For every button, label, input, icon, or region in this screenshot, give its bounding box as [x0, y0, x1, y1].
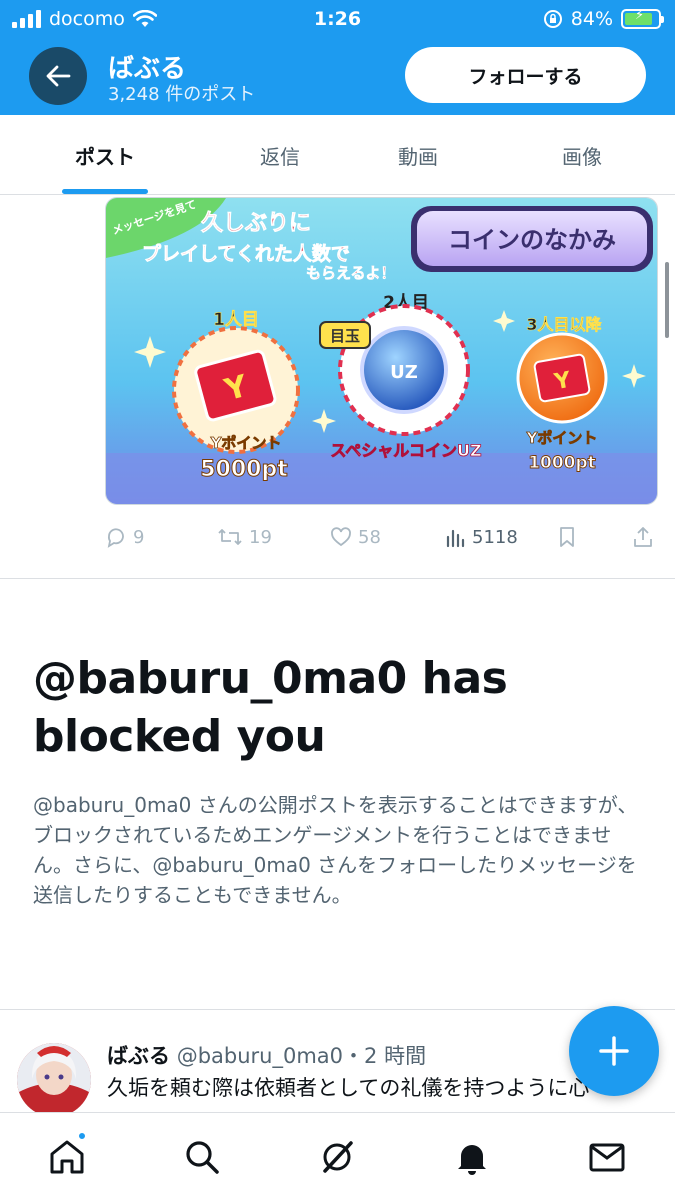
tab-media[interactable]: 画像 — [517, 115, 647, 195]
divider — [0, 578, 675, 579]
search-icon — [186, 1141, 219, 1174]
rotation-lock-icon — [543, 10, 562, 28]
nav-home[interactable] — [45, 1131, 89, 1179]
back-button[interactable] — [29, 47, 87, 105]
post-count: 3,248 件のポスト — [108, 84, 256, 105]
views-button[interactable]: 5118 — [444, 520, 518, 554]
share-button[interactable] — [633, 520, 653, 554]
bookmark-icon — [560, 527, 574, 547]
reply-button[interactable]: 9 — [105, 520, 144, 554]
reward-1-item: Yポイント — [210, 434, 282, 452]
author-name[interactable]: ばぶる — [107, 1044, 170, 1068]
reward-3-rank: 3人目以降 — [526, 315, 602, 334]
view-count: 5118 — [472, 526, 518, 548]
profile-tabs: ポスト 返信 動画 画像 — [0, 115, 675, 195]
status-bar: docomo 1:26 84% ⚡ — [0, 0, 675, 38]
post-header: ばぶる @baburu_0ma0・2 時間 — [107, 1040, 426, 1070]
post-actions: 9 19 58 5118 — [105, 520, 658, 554]
headline-2: プレイしてくれた人数で — [142, 242, 350, 265]
nav-messages[interactable] — [585, 1135, 629, 1179]
nav-grok[interactable] — [315, 1135, 359, 1179]
heart-icon — [331, 527, 351, 547]
like-button[interactable]: 58 — [330, 520, 381, 554]
reply-icon — [107, 528, 124, 548]
post-time: ・2 時間 — [343, 1044, 427, 1068]
divider — [0, 1009, 675, 1010]
analytics-icon — [446, 529, 465, 548]
nav-notifications[interactable] — [450, 1135, 494, 1179]
grok-icon — [323, 1141, 353, 1173]
repost-icon — [218, 529, 242, 545]
like-count: 58 — [358, 526, 381, 548]
tab-indicator — [62, 189, 148, 194]
blocked-title: @baburu_0ma0 has blocked you — [33, 653, 508, 762]
mail-icon — [589, 1143, 625, 1172]
charging-icon: ⚡ — [635, 8, 645, 23]
reward-2-item: スペシャルコインUZ — [330, 441, 481, 460]
blocked-description: @baburu_0ma0 さんの公開ポストを表示することはできますが、ブロックさ… — [33, 793, 638, 907]
bell-icon — [458, 1145, 486, 1175]
plus-icon — [599, 1036, 629, 1066]
y-point-card-icon: Y — [533, 353, 591, 403]
reward-2-tag: 目玉 — [330, 327, 360, 345]
share-icon — [634, 527, 652, 547]
arrow-left-icon — [46, 65, 71, 87]
headline-1: 久しぶりに — [201, 210, 311, 236]
repost-count: 19 — [249, 526, 272, 548]
bottom-nav — [0, 1112, 675, 1200]
bookmark-button[interactable] — [557, 520, 577, 554]
reward-1-amount: 5000pt — [200, 457, 288, 482]
repost-button[interactable]: 19 — [217, 520, 272, 554]
home-icon — [50, 1140, 84, 1174]
post-text: 久垢を頼む際は依頼者としての礼儀を持つように心 — [107, 1076, 590, 1100]
profile-header: docomo 1:26 84% ⚡ ばぶる 3,248 件のポスト フォローする — [0, 0, 675, 115]
tab-videos[interactable]: 動画 — [353, 115, 483, 195]
post-image[interactable]: メッセージを見て 久しぶりに プレイしてくれた人数で もらえるよ！ コインのなか… — [105, 197, 658, 505]
status-right: 84% ⚡ — [543, 8, 664, 30]
battery-icon: ⚡ — [621, 8, 664, 29]
reply-count: 9 — [133, 526, 145, 548]
home-notification-dot — [77, 1131, 87, 1141]
svg-text:UZ: UZ — [390, 362, 418, 383]
coin-button-label: コインのなかみ — [448, 226, 616, 254]
reward-3-item: Yポイント — [526, 429, 598, 447]
tab-replies[interactable]: 返信 — [215, 115, 345, 195]
battery-percent: 84% — [570, 8, 613, 30]
headline-3: もらえるよ！ — [306, 264, 396, 282]
avatar[interactable] — [17, 1043, 91, 1117]
author-handle[interactable]: @baburu_0ma0 — [177, 1044, 343, 1068]
reward-3-amount: 1000pt — [528, 453, 596, 473]
follow-button[interactable]: フォローする — [405, 47, 646, 103]
tab-posts[interactable]: ポスト — [40, 115, 170, 195]
scrollbar[interactable] — [665, 262, 669, 338]
compose-button[interactable] — [569, 1006, 659, 1096]
nav-search[interactable] — [180, 1135, 224, 1179]
